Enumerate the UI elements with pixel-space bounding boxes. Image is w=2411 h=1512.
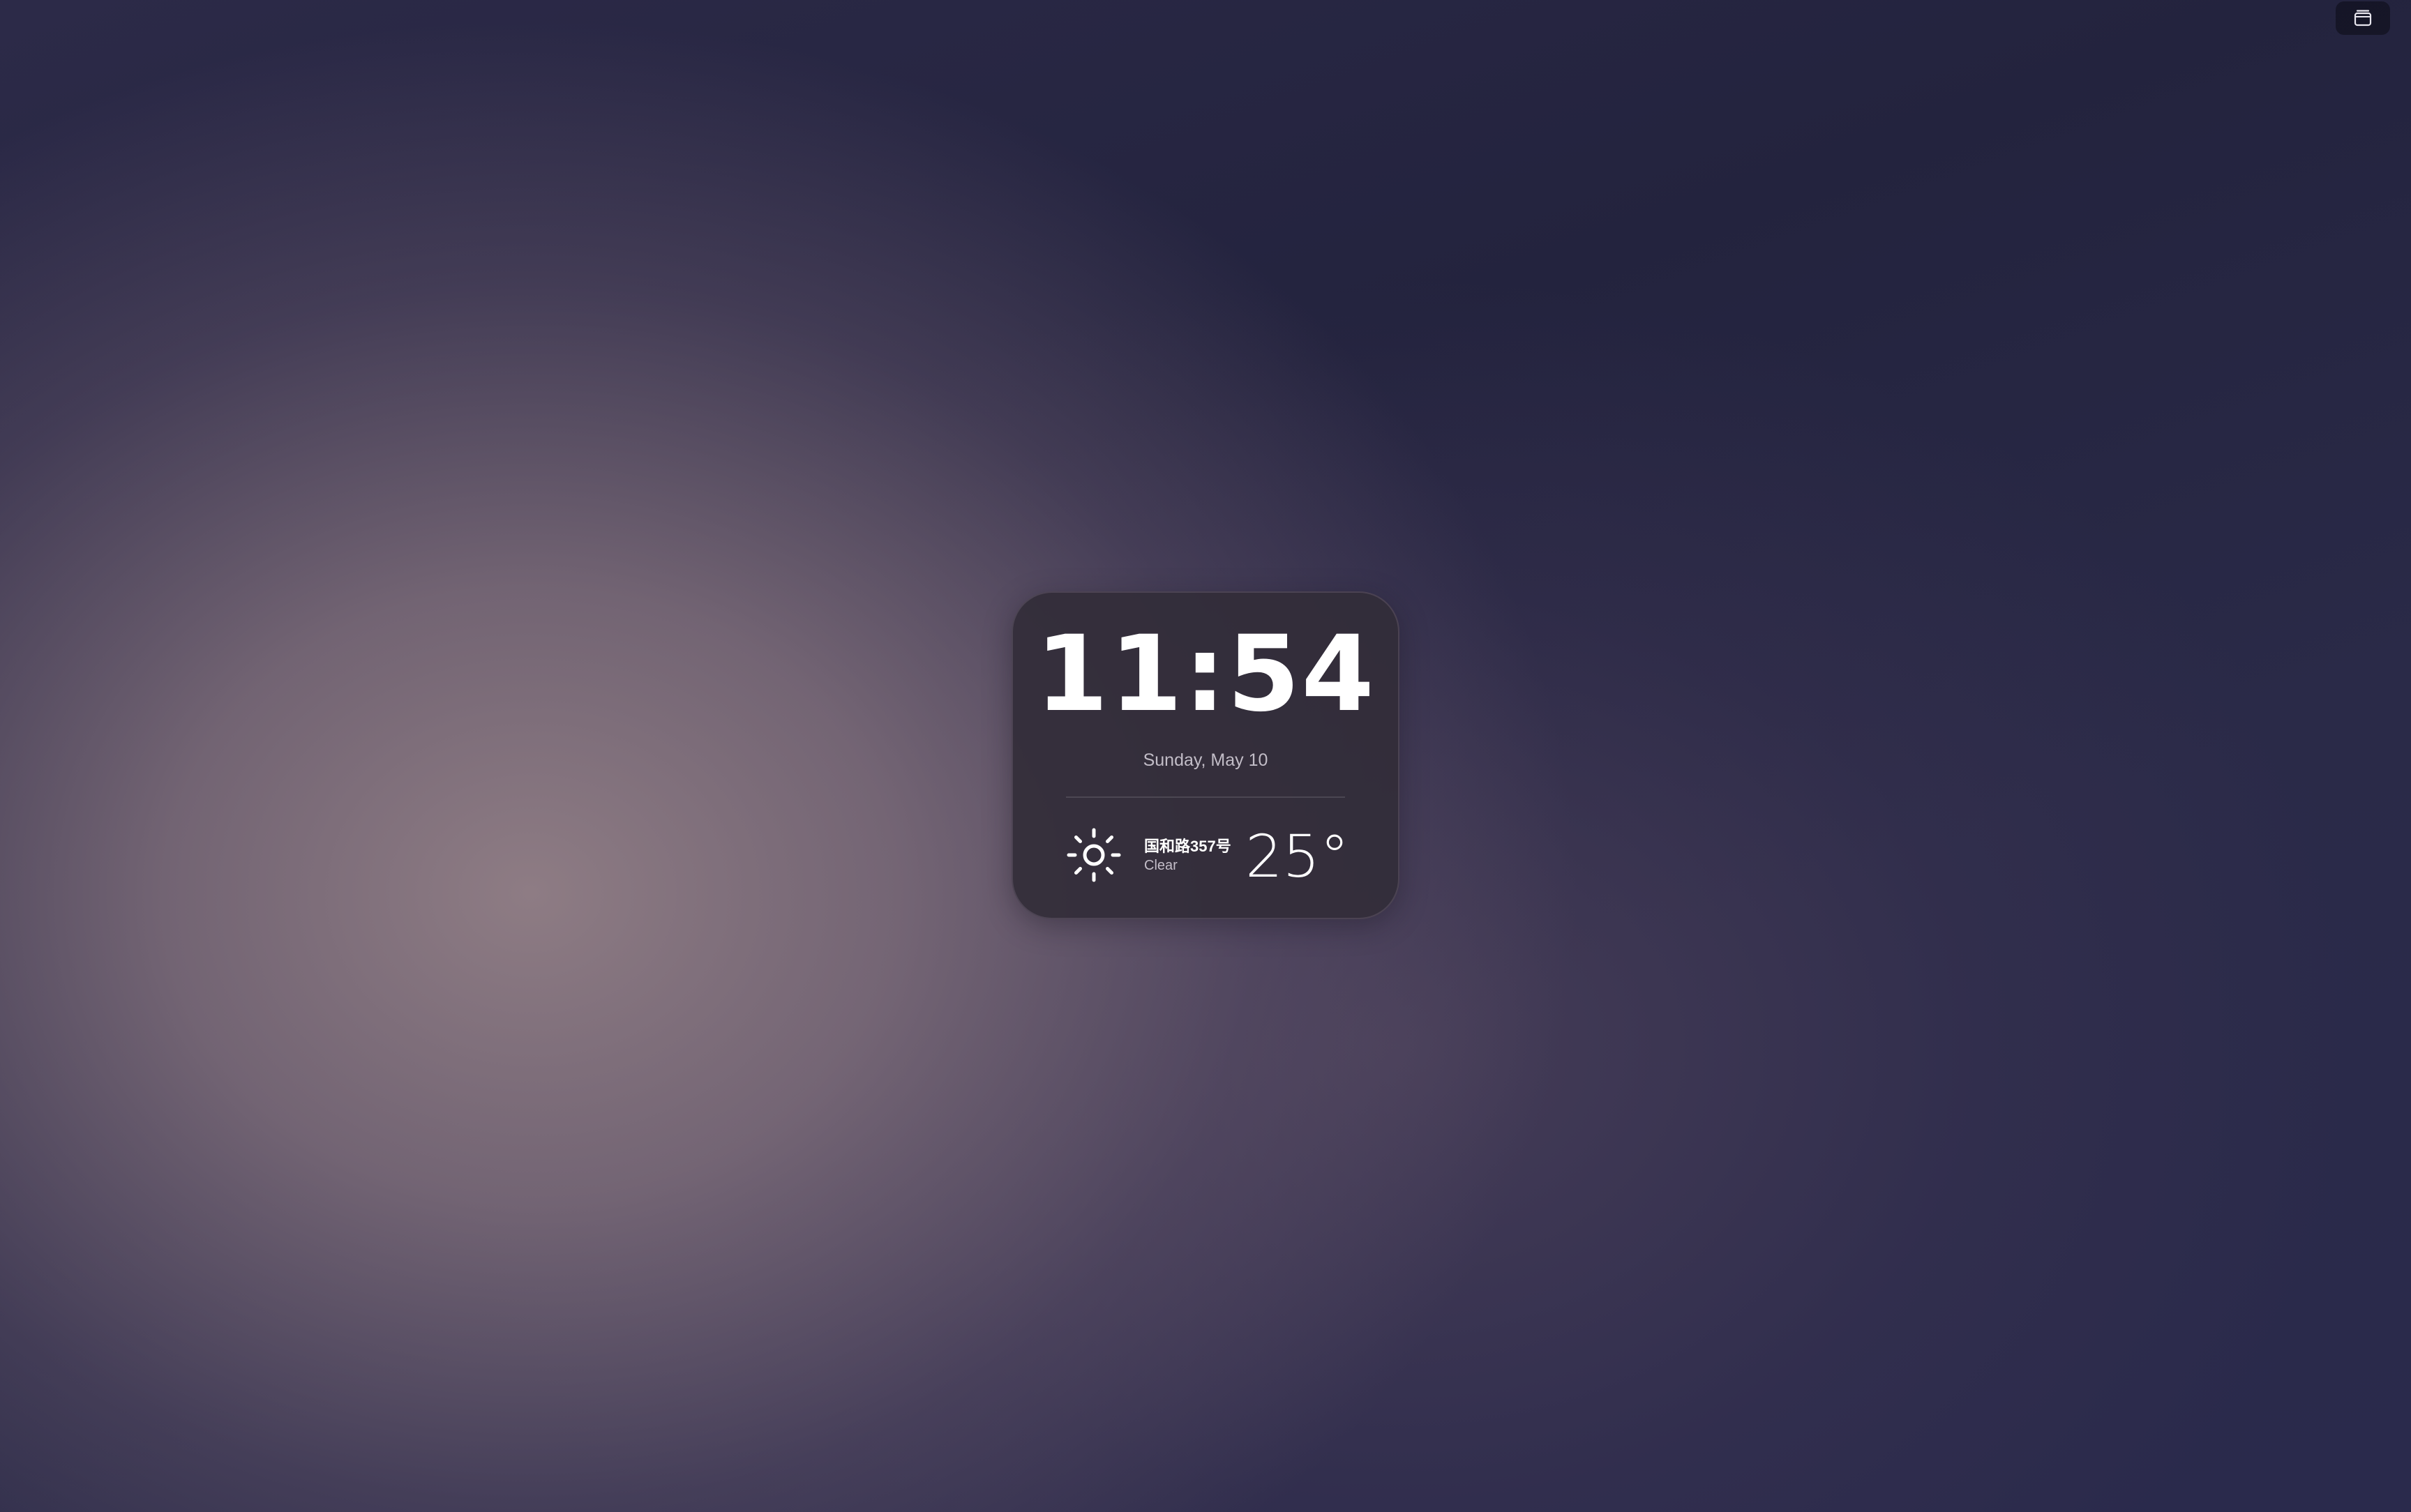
clock-time: 11:54	[1035, 614, 1376, 735]
clock-date: Sunday, May 10	[1143, 750, 1268, 770]
weather-location: 国和路357号	[1144, 838, 1231, 855]
weather-condition: Clear	[1144, 858, 1178, 873]
corner-widget-button[interactable]	[2336, 1, 2390, 35]
sun-icon	[1067, 828, 1121, 882]
clock-weather-widget[interactable]: 11:54 Sunday, May 10 国和路357号 Clear 25°	[1012, 591, 1399, 919]
window-stack-icon	[2354, 10, 2372, 27]
weather-temperature: 25°	[1245, 822, 1349, 891]
widget-divider	[1066, 796, 1345, 798]
